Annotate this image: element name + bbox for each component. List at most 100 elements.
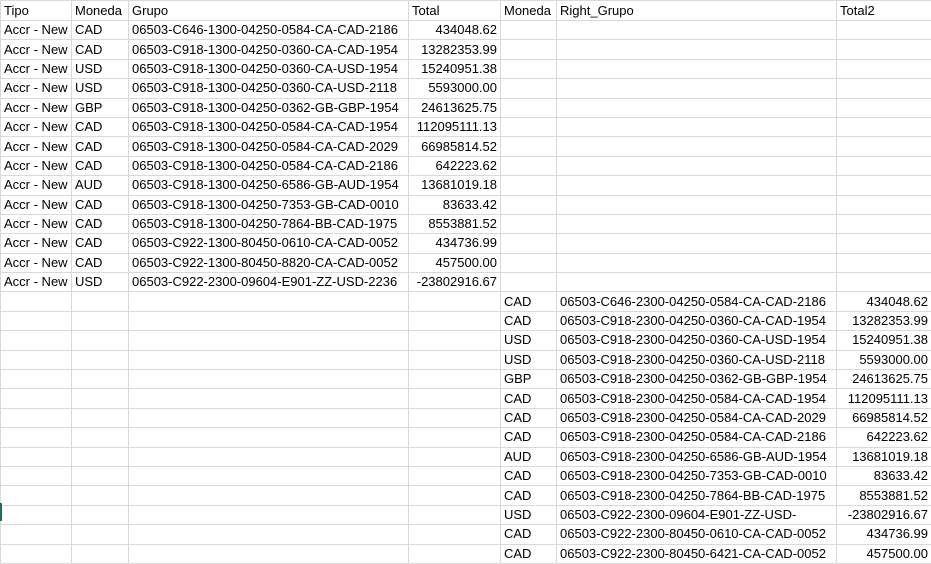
cell-grupo[interactable]: 06503-C918-1300-04250-0584-CA-CAD-1954 (129, 117, 409, 136)
cell-total2[interactable] (837, 253, 931, 272)
cell-grupo[interactable]: 06503-C922-1300-80450-0610-CA-CAD-0052 (129, 234, 409, 253)
cell-moneda-right[interactable] (501, 21, 557, 40)
cell-total2[interactable]: 24613625.75 (837, 370, 931, 389)
cell-moneda-right[interactable]: USD (501, 505, 557, 524)
cell-tipo[interactable]: Accr - New (1, 59, 72, 78)
cell-tipo[interactable] (1, 428, 72, 447)
cell-grupo[interactable] (129, 311, 409, 330)
cell-total2[interactable] (837, 117, 931, 136)
cell-moneda[interactable] (72, 505, 129, 524)
cell-moneda[interactable] (72, 350, 129, 369)
cell-grupo[interactable]: 06503-C646-1300-04250-0584-CA-CAD-2186 (129, 21, 409, 40)
cell-moneda[interactable] (72, 370, 129, 389)
cell-total[interactable] (409, 389, 501, 408)
cell-grupo[interactable] (129, 428, 409, 447)
cell-total[interactable]: 112095111.13 (409, 117, 501, 136)
cell-moneda-right[interactable] (501, 98, 557, 117)
cell-tipo[interactable] (1, 331, 72, 350)
cell-total[interactable] (409, 331, 501, 350)
cell-total[interactable]: 66985814.52 (409, 137, 501, 156)
cell-grupo[interactable]: 06503-C918-1300-04250-0584-CA-CAD-2186 (129, 156, 409, 175)
cell-moneda-right[interactable]: CAD (501, 544, 557, 563)
cell-grupo[interactable]: 06503-C922-1300-80450-8820-CA-CAD-0052 (129, 253, 409, 272)
cell-moneda-right[interactable]: AUD (501, 447, 557, 466)
cell-moneda-right[interactable]: CAD (501, 408, 557, 427)
cell-moneda[interactable] (72, 389, 129, 408)
cell-grupo[interactable]: 06503-C918-1300-04250-7864-BB-CAD-1975 (129, 214, 409, 233)
cell-tipo[interactable] (1, 389, 72, 408)
cell-total2[interactable] (837, 176, 931, 195)
cell-moneda-right[interactable] (501, 40, 557, 59)
cell-moneda-right[interactable] (501, 176, 557, 195)
cell-right-grupo[interactable] (557, 117, 837, 136)
cell-total2[interactable]: 8553881.52 (837, 486, 931, 505)
cell-grupo[interactable]: 06503-C918-1300-04250-0360-CA-USD-1954 (129, 59, 409, 78)
cell-right-grupo[interactable]: 06503-C918-2300-04250-0584-CA-CAD-2029 (557, 408, 837, 427)
cell-grupo[interactable] (129, 408, 409, 427)
cell-total2[interactable] (837, 40, 931, 59)
cell-grupo[interactable] (129, 544, 409, 563)
cell-moneda[interactable] (72, 544, 129, 563)
cell-tipo[interactable] (1, 447, 72, 466)
cell-tipo[interactable] (1, 466, 72, 485)
cell-total2[interactable]: 434048.62 (837, 292, 931, 311)
cell-grupo[interactable] (129, 505, 409, 524)
cell-grupo[interactable]: 06503-C922-2300-09604-E901-ZZ-USD-2236 (129, 273, 409, 292)
cell-total2[interactable]: 434736.99 (837, 525, 931, 544)
cell-total[interactable]: 5593000.00 (409, 79, 501, 98)
cell-tipo[interactable] (1, 311, 72, 330)
cell-right-grupo[interactable]: 06503-C918-2300-04250-0360-CA-USD-1954 (557, 331, 837, 350)
cell-total[interactable]: 8553881.52 (409, 214, 501, 233)
cell-moneda-right[interactable] (501, 59, 557, 78)
cell-tipo[interactable]: Accr - New (1, 98, 72, 117)
cell-grupo[interactable]: 06503-C918-1300-04250-0360-CA-USD-2118 (129, 79, 409, 98)
cell-right-grupo[interactable]: 06503-C922-2300-09604-E901-ZZ-USD- (557, 505, 837, 524)
cell-moneda-right[interactable]: CAD (501, 292, 557, 311)
cell-moneda[interactable]: CAD (72, 234, 129, 253)
cell-moneda[interactable]: USD (72, 59, 129, 78)
cell-total2[interactable]: 642223.62 (837, 428, 931, 447)
cell-tipo[interactable] (1, 525, 72, 544)
cell-tipo[interactable]: Accr - New (1, 273, 72, 292)
cell-total2[interactable] (837, 21, 931, 40)
cell-moneda-right[interactable] (501, 253, 557, 272)
cell-grupo[interactable]: 06503-C918-1300-04250-6586-GB-AUD-1954 (129, 176, 409, 195)
cell-tipo[interactable] (1, 408, 72, 427)
cell-total[interactable] (409, 408, 501, 427)
cell-moneda-right[interactable]: CAD (501, 311, 557, 330)
cell-total2[interactable] (837, 273, 931, 292)
header-tipo[interactable]: Tipo (1, 1, 72, 21)
cell-total2[interactable] (837, 98, 931, 117)
cell-total[interactable] (409, 370, 501, 389)
cell-grupo[interactable] (129, 292, 409, 311)
cell-grupo[interactable] (129, 389, 409, 408)
cell-moneda[interactable]: CAD (72, 214, 129, 233)
cell-moneda-right[interactable]: CAD (501, 525, 557, 544)
cell-moneda-right[interactable] (501, 156, 557, 175)
cell-right-grupo[interactable]: 06503-C918-2300-04250-0362-GB-GBP-1954 (557, 370, 837, 389)
cell-right-grupo[interactable] (557, 137, 837, 156)
cell-total2[interactable]: 15240951.38 (837, 331, 931, 350)
cell-tipo[interactable]: Accr - New (1, 176, 72, 195)
cell-moneda[interactable] (72, 331, 129, 350)
cell-total2[interactable]: 13681019.18 (837, 447, 931, 466)
cell-tipo[interactable] (1, 505, 72, 524)
cell-grupo[interactable]: 06503-C918-1300-04250-0360-CA-CAD-1954 (129, 40, 409, 59)
cell-right-grupo[interactable]: 06503-C922-2300-80450-0610-CA-CAD-0052 (557, 525, 837, 544)
cell-moneda[interactable] (72, 408, 129, 427)
header-total[interactable]: Total (409, 1, 501, 21)
cell-moneda-right[interactable] (501, 137, 557, 156)
cell-moneda-right[interactable] (501, 234, 557, 253)
cell-total2[interactable]: 66985814.52 (837, 408, 931, 427)
cell-moneda-right[interactable]: USD (501, 331, 557, 350)
cell-grupo[interactable]: 06503-C918-1300-04250-0362-GB-GBP-1954 (129, 98, 409, 117)
cell-grupo[interactable] (129, 370, 409, 389)
cell-moneda[interactable]: CAD (72, 40, 129, 59)
cell-total2[interactable] (837, 156, 931, 175)
cell-moneda[interactable]: CAD (72, 137, 129, 156)
header-total2[interactable]: Total2 (837, 1, 931, 21)
cell-total[interactable]: 434048.62 (409, 21, 501, 40)
cell-total[interactable] (409, 486, 501, 505)
cell-total[interactable]: 642223.62 (409, 156, 501, 175)
cell-total[interactable] (409, 525, 501, 544)
